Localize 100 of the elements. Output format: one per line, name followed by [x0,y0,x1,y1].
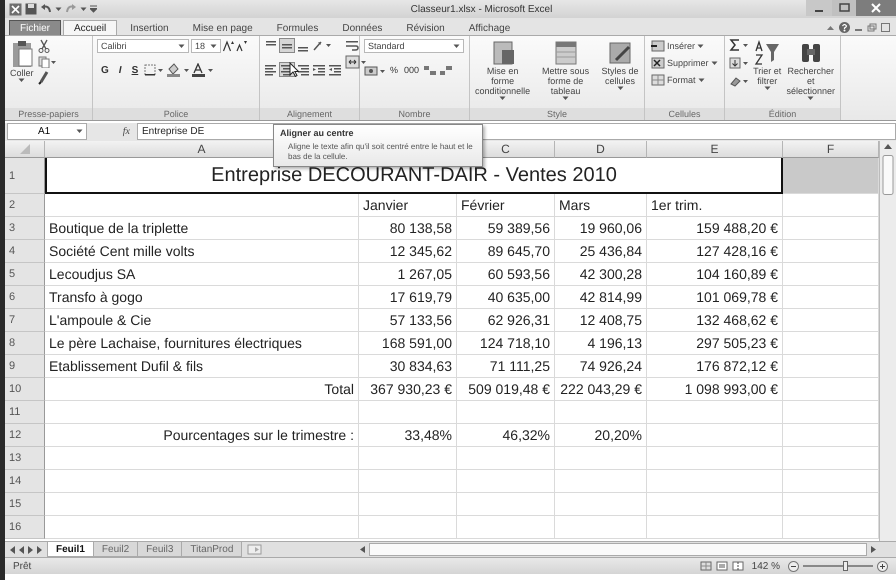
sheet-tab[interactable]: TitanProd [181,542,242,557]
font-name-field[interactable]: Calibri [97,39,189,53]
currency-icon[interactable] [364,64,386,76]
scroll-thumb-icon[interactable] [882,155,894,195]
cell-styles-button[interactable]: Styles de cellules [600,39,640,92]
format-painter-icon[interactable] [38,71,50,85]
row-header[interactable]: 12 [5,424,45,447]
row-header[interactable]: 7 [5,309,45,332]
undo-icon[interactable] [40,3,52,15]
maximize-icon[interactable] [832,0,856,16]
eraser-icon[interactable] [729,75,749,87]
zoom-level[interactable]: 142 % [748,560,784,572]
page-layout-icon[interactable] [716,561,728,571]
table-format-button[interactable]: Mettre sous forme de tableau [534,39,597,102]
cut-icon[interactable] [38,39,50,53]
row-header[interactable]: 10 [5,378,45,401]
row-header[interactable]: 14 [5,470,45,493]
wrap-text-icon[interactable] [345,39,359,52]
decrease-indent-icon[interactable] [312,63,326,76]
shrink-font-icon[interactable] [236,40,247,52]
zoom-slider-thumb[interactable] [843,561,848,571]
name-box[interactable]: A1 [7,123,87,140]
ribbon-tab[interactable]: Accueil [63,20,118,35]
align-left-icon[interactable] [264,63,278,76]
copy-icon[interactable] [38,56,56,68]
next-sheet-icon[interactable] [27,546,34,554]
borders-icon[interactable] [144,64,164,76]
fill-color-icon[interactable] [166,63,190,77]
thousands-button[interactable]: 000 [402,62,422,78]
fill-down-icon[interactable] [729,57,749,69]
ribbon-tab[interactable]: Données [331,20,394,35]
mouse-pointer-icon [289,62,299,77]
zoom-out-icon[interactable] [788,560,799,572]
font-size-field[interactable]: 18 [191,39,221,53]
sort-filter-button[interactable]: Trier et filtrer [752,39,782,92]
percent-button[interactable]: % [388,62,400,78]
find-select-button[interactable]: Rechercher et sélectionner [785,39,836,102]
orientation-icon[interactable] [312,39,332,52]
spreadsheet-logo-icon[interactable] [9,2,22,16]
underline-button[interactable]: S [128,62,142,78]
grow-font-icon[interactable] [223,40,234,52]
last-sheet-icon[interactable] [36,546,43,554]
column-header[interactable]: F [783,141,879,158]
ribbon-tab[interactable]: Mise en page [182,20,264,35]
restore-icon[interactable] [867,23,877,32]
insert-function-button[interactable]: fx [90,123,134,140]
row-header[interactable]: 16 [5,516,45,539]
row-header[interactable]: 6 [5,286,45,309]
row-header[interactable]: 9 [5,355,45,378]
table-cell: Janvier [359,194,457,217]
help-icon[interactable] [839,22,850,33]
customize-toolbar-icon[interactable] [90,5,97,13]
normal-view-icon[interactable] [700,561,712,571]
save-icon[interactable] [25,3,37,15]
ribbon-tab[interactable]: Révision [395,20,456,35]
number-format-field[interactable]: Standard [364,39,464,53]
italic-button[interactable]: I [114,62,126,78]
row-header[interactable]: 11 [5,401,45,424]
ribbon-tab[interactable]: Insertion [119,20,180,35]
align-middle-icon[interactable] [280,39,294,52]
decrease-decimal-icon[interactable] [439,64,454,76]
conditional-format-button[interactable]: Mise en forme conditionnelle [474,39,532,102]
minimize-icon[interactable] [806,0,832,16]
row-header[interactable]: 15 [5,493,45,516]
align-right-icon[interactable] [296,63,310,76]
row-header[interactable]: 5 [5,263,45,286]
close-icon[interactable] [881,23,890,32]
sheet-tab[interactable]: Feuil2 [92,542,138,557]
first-sheet-icon[interactable] [9,546,16,554]
close-icon[interactable] [856,0,896,16]
table-cell: Boutique de la triplette [45,217,359,240]
row-header[interactable]: 8 [5,332,45,355]
row-header[interactable]: 3 [5,217,45,240]
previous-sheet-icon[interactable] [18,546,25,554]
row-header[interactable]: 2 [5,194,45,217]
column-header[interactable]: E [647,141,783,158]
table-cell: 57 133,56 [359,309,457,332]
merge-center-icon[interactable] [345,55,367,69]
autosum-icon[interactable] [729,39,749,51]
paste-button[interactable]: Coller [9,39,35,84]
ribbon-tab[interactable]: Formules [266,20,330,35]
delete-button[interactable]: Supprimer [649,56,720,70]
bold-button[interactable]: G [97,62,113,78]
format-button[interactable]: Format [649,73,720,87]
increase-indent-icon[interactable] [328,63,342,76]
page-break-icon[interactable] [732,561,744,571]
zoom-in-icon[interactable] [877,560,888,572]
sheet-tab[interactable]: Feuil1 [47,542,94,557]
increase-decimal-icon[interactable] [423,64,438,76]
font-color-icon[interactable] [192,63,214,77]
row-header[interactable]: 4 [5,240,45,263]
column-header[interactable]: D [555,141,647,158]
scroll-left-icon[interactable] [358,545,367,554]
horizontal-scrollbar[interactable] [369,543,867,556]
row-header[interactable]: 1 [5,158,45,194]
row-header[interactable]: 13 [5,447,45,470]
insert-button[interactable]: Insérer [649,39,720,53]
sheet-tab[interactable]: Feuil3 [137,542,182,557]
scroll-right-icon[interactable] [869,545,878,554]
ribbon-tab[interactable]: Affichage [458,20,522,35]
